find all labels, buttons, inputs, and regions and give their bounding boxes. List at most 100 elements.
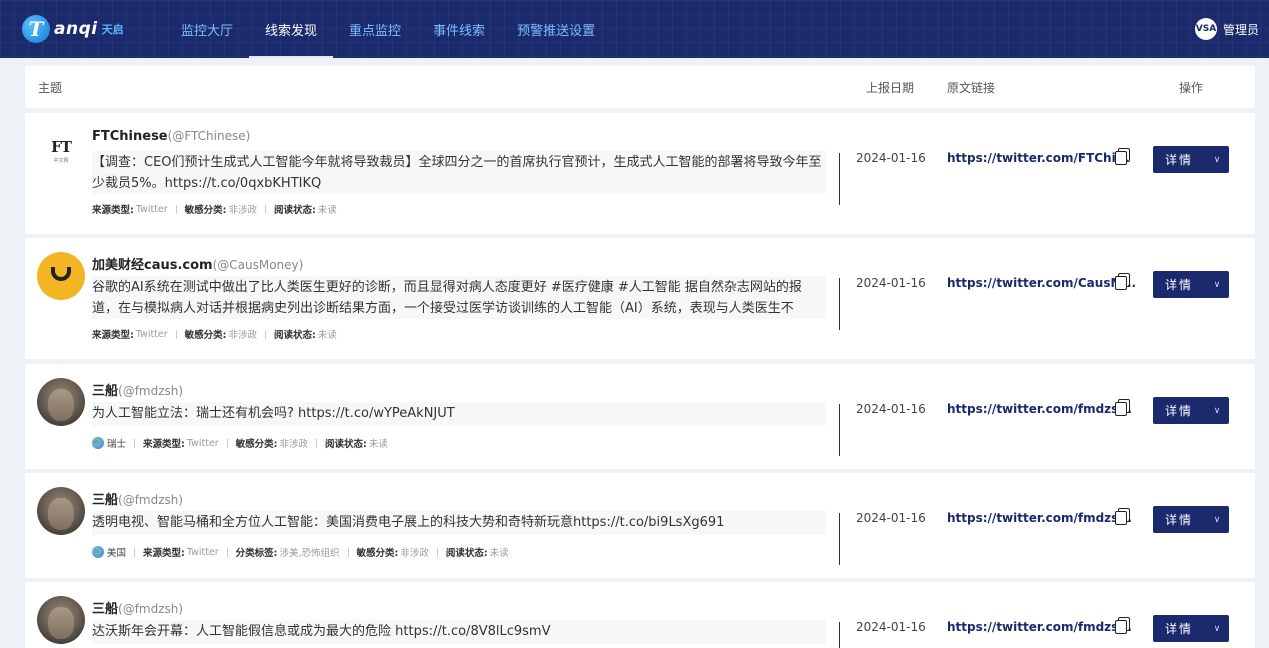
divider [134, 547, 136, 557]
meta-read: 未读 [489, 548, 509, 559]
post-content[interactable]: 【调查：CEO们预计生成式人工智能今年就将导致裁员】全球四分之一的首席执行官预计… [92, 151, 826, 194]
ft-logo-letters: FT [51, 138, 72, 156]
original-link[interactable]: https://twitter.com/CausM... [947, 276, 1136, 290]
meta-sensitive-label: 敏感分类: [235, 439, 278, 450]
report-date: 2024-01-16 [856, 402, 926, 416]
table-row: 三船(@fmdzsh) 透明电视、智能马桶和全方位人工智能：美国消费电子展上的科… [25, 473, 1255, 578]
original-link[interactable]: https://twitter.com/fmdzs... [947, 402, 1132, 416]
meta-source: Twitter [135, 203, 168, 215]
details-button[interactable]: 详情 ∨ [1153, 615, 1229, 642]
post-content[interactable]: 达沃斯年会开幕：人工智能假信息或成为最大的危险 https://t.co/8V8… [92, 620, 826, 644]
user-menu[interactable]: VSA 管理员 [1194, 18, 1259, 40]
details-button-label: 详情 [1164, 404, 1193, 418]
column-header-date: 上报日期 [866, 80, 915, 95]
author-display-name: 三船 [92, 384, 119, 399]
details-button[interactable]: 详情 ∨ [1153, 397, 1229, 424]
top-nav-bar: T anqi 天启 监控大厅 线索发现 重点监控 事件线索 预警推送设置 VSA… [0, 0, 1269, 58]
meta-sensitive: 非涉政 [279, 439, 308, 450]
meta-source-label: 来源类型: [143, 548, 185, 559]
meta-region: 美国 [107, 548, 127, 559]
copy-icon[interactable] [1115, 273, 1130, 290]
post-content[interactable]: 透明电视、智能马桶和全方位人工智能：美国消费电子展上的科技大势和奇特新玩意htt… [92, 511, 826, 535]
details-button-label: 详情 [1164, 153, 1193, 167]
nav-item-monitor-hall[interactable]: 监控大厅 [165, 0, 249, 58]
report-date: 2024-01-16 [856, 276, 926, 290]
details-button[interactable]: 详情 ∨ [1153, 271, 1229, 298]
chevron-down-icon[interactable]: ∨ [1205, 624, 1229, 634]
column-header-topic: 主题 [38, 80, 63, 95]
report-date: 2024-01-16 [856, 511, 926, 525]
globe-icon [92, 437, 104, 449]
copy-icon[interactable] [1115, 508, 1130, 525]
post-content[interactable]: 谷歌的AI系统在测试中做出了比人类医生更好的诊断，而且显得对病人态度更好 #医疗… [92, 276, 826, 319]
chevron-down-icon[interactable]: ∨ [1205, 280, 1229, 290]
meta-source: Twitter [186, 437, 219, 449]
author-name[interactable]: 三船(@fmdzsh) [92, 380, 183, 399]
logo[interactable]: T anqi 天启 [22, 14, 124, 44]
author-name[interactable]: 三船(@fmdzsh) [92, 598, 183, 617]
report-date: 2024-01-16 [856, 620, 926, 634]
post-content[interactable]: 为人工智能立法：瑞士还有机会吗? https://t.co/wYPeAkNJUT [92, 402, 826, 426]
author-display-name: FTChinese [92, 129, 168, 144]
logo-mark: T [22, 15, 50, 43]
nav-item-clue-discovery[interactable]: 线索发现 [249, 0, 334, 58]
meta-read-label: 阅读状态: [273, 330, 316, 341]
details-button-label: 详情 [1164, 622, 1193, 636]
author-display-name: 加美财经caus.com [92, 258, 213, 273]
original-link[interactable]: https://twitter.com/FTChi... [947, 151, 1129, 165]
globe-icon [92, 546, 104, 558]
details-button[interactable]: 详情 ∨ [1153, 506, 1229, 533]
author-display-name: 三船 [92, 493, 119, 508]
column-header-link: 原文链接 [947, 80, 996, 95]
details-button-label: 详情 [1164, 278, 1193, 292]
original-link[interactable]: https://twitter.com/fmdzs... [947, 511, 1132, 525]
avatar [37, 378, 85, 426]
author-name[interactable]: FTChinese(@FTChinese) [92, 129, 250, 144]
ft-logo-sub: 中文网 [53, 158, 69, 164]
meta-sensitive-label: 敏感分类: [356, 548, 399, 559]
author-handle: (@fmdzsh) [118, 493, 184, 507]
chevron-down-icon[interactable]: ∨ [1205, 406, 1229, 416]
meta-read-label: 阅读状态: [325, 439, 367, 450]
chevron-down-icon[interactable]: ∨ [1205, 155, 1229, 165]
chevron-down-icon[interactable]: ∨ [1205, 515, 1229, 525]
copy-icon[interactable] [1115, 617, 1130, 634]
original-link[interactable]: https://twitter.com/fmdzs... [947, 620, 1132, 634]
meta-read-label: 阅读状态: [273, 205, 316, 216]
details-button[interactable]: 详情 ∨ [1153, 146, 1229, 173]
nav-item-event-clues[interactable]: 事件线索 [417, 0, 501, 58]
author-handle: (@fmdzsh) [118, 602, 184, 616]
nav-item-key-monitor[interactable]: 重点监控 [333, 0, 417, 58]
author-name[interactable]: 三船(@fmdzsh) [92, 489, 183, 508]
author-handle: (@FTChinese) [167, 129, 251, 143]
meta-read: 未读 [368, 439, 388, 450]
nav-item-alert-settings[interactable]: 预警推送设置 [501, 0, 611, 58]
author-handle: (@CausMoney) [212, 258, 304, 272]
meta-read: 未读 [317, 330, 337, 341]
author-name[interactable]: 加美财经caus.com(@CausMoney) [92, 254, 303, 273]
divider [226, 438, 228, 448]
divider [436, 547, 438, 557]
post-meta: 来源类型: Twitter 敏感分类: 非涉政 阅读状态: 未读 [92, 327, 337, 342]
meta-region: 瑞士 [107, 439, 127, 450]
divider [175, 329, 177, 339]
meta-source: Twitter [135, 328, 168, 340]
post-meta: 美国 来源类型: Twitter 分类标签: 涉美,恐怖组织 敏感分类: 非涉政 阅读… [92, 545, 509, 559]
meta-sensitive-label: 敏感分类: [184, 330, 227, 341]
meta-read-label: 阅读状态: [445, 548, 488, 559]
table-row: 三船(@fmdzsh) 为人工智能立法：瑞士还有机会吗? https://t.c… [25, 364, 1255, 469]
meta-tag: 涉美,恐怖组织 [279, 548, 340, 559]
copy-icon[interactable] [1115, 399, 1130, 416]
divider [175, 204, 177, 214]
meta-sensitive: 非涉政 [228, 330, 257, 341]
face-icon [48, 607, 74, 639]
caus-logo-icon [51, 267, 71, 281]
avatar [37, 596, 85, 644]
divider [134, 438, 136, 448]
user-avatar: VSA [1194, 18, 1217, 40]
report-date: 2024-01-16 [856, 151, 926, 165]
meta-tag-label: 分类标签: [235, 548, 278, 559]
copy-icon[interactable] [1115, 148, 1130, 165]
meta-sensitive: 非涉政 [228, 205, 257, 216]
meta-read: 未读 [317, 205, 337, 216]
